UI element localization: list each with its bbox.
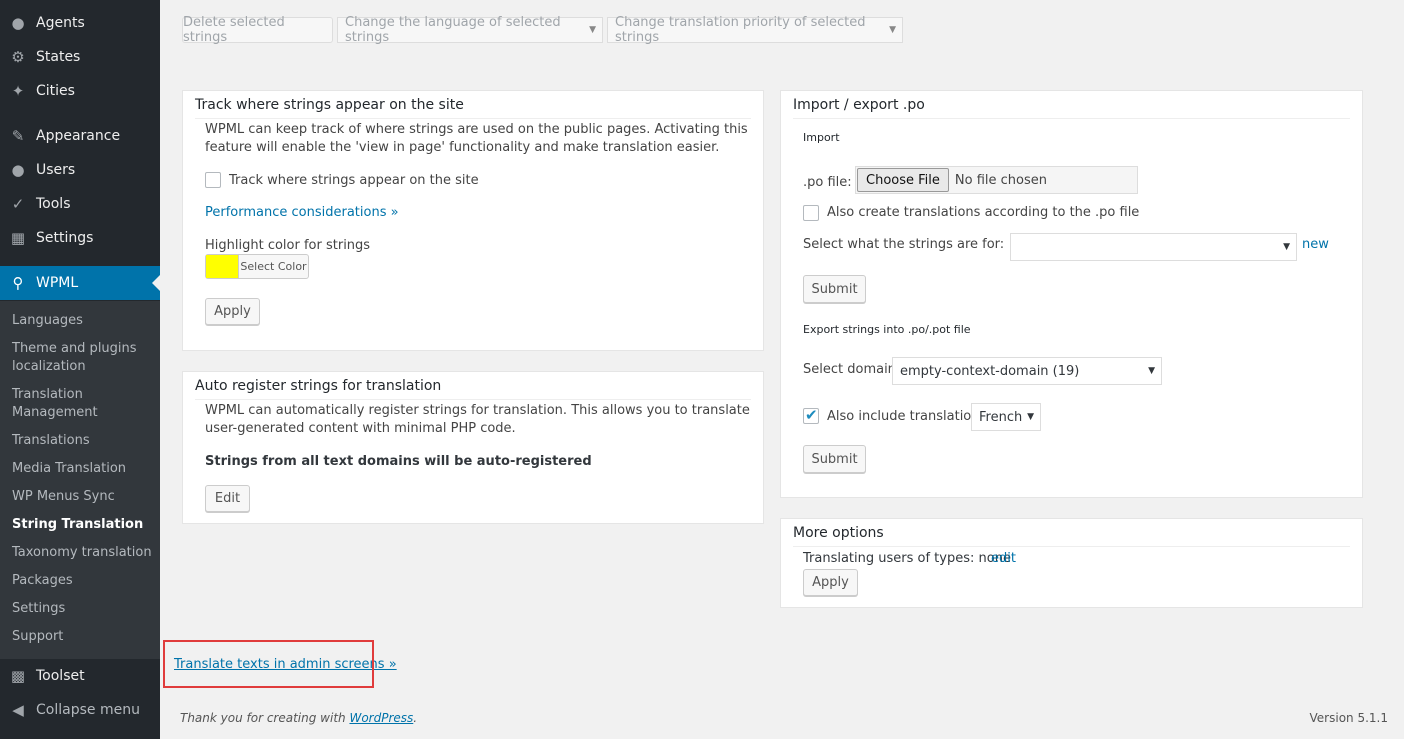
users-icon: ●	[11, 161, 25, 179]
more-options-title: More options	[793, 525, 884, 541]
export-heading: Export strings into .po/.pot file	[803, 323, 971, 336]
submenu-media-translation[interactable]: Media Translation	[12, 460, 152, 478]
select-strings-for-label: Select what the strings are for:	[803, 237, 1005, 252]
box-divider	[793, 546, 1350, 547]
import-export-box: Import / export .po Import .po file: Cho…	[780, 90, 1363, 498]
sidebar-item-settings[interactable]: ▦ Settings	[0, 221, 160, 255]
highlight-color-label: Highlight color for strings	[205, 238, 371, 253]
box-divider	[195, 118, 751, 119]
import-submit-button[interactable]: Submit	[803, 275, 866, 303]
chevron-down-icon: ▼	[1283, 242, 1290, 252]
change-priority-select[interactable]: Change translation priority of selected …	[607, 15, 903, 45]
chevron-down-icon: ▼	[1027, 412, 1034, 422]
version-text: Version 5.1.1	[1309, 711, 1388, 725]
chevron-down-icon: ▼	[1148, 366, 1155, 376]
also-create-translations-label: Also create translations according to th…	[827, 205, 1140, 220]
sidebar-item-agents[interactable]: ● Agents	[0, 6, 160, 40]
chevron-down-icon: ▼	[589, 25, 596, 35]
auto-description-line1: WPML can automatically register strings …	[205, 403, 750, 418]
domain-select[interactable]: empty-context-domain (19) ▼	[892, 357, 1162, 385]
submenu-support[interactable]: Support	[12, 628, 152, 646]
include-translations-label: Also include translations	[827, 409, 987, 424]
change-language-select[interactable]: Change the language of selected strings …	[337, 15, 603, 45]
chevron-down-icon: ▼	[889, 25, 896, 35]
delete-selected-strings-button[interactable]: Delete selected strings	[182, 15, 333, 45]
choose-file-button[interactable]: Choose File	[857, 168, 949, 192]
select-color-label: Select Color	[238, 255, 308, 278]
paintbrush-icon: ✎	[11, 127, 25, 145]
no-file-chosen-label: No file chosen	[954, 172, 1047, 188]
strings-for-select[interactable]: ▼	[1010, 233, 1297, 261]
new-context-link[interactable]: new	[1302, 237, 1329, 252]
box-divider	[793, 118, 1350, 119]
auto-register-status: Strings from all text domains will be au…	[205, 454, 592, 469]
import-box-title: Import / export .po	[793, 97, 925, 113]
track-box-title: Track where strings appear on the site	[195, 97, 464, 113]
collapse-menu-button[interactable]: ◀ Collapse menu	[0, 693, 160, 727]
track-strings-checkbox-label: Track where strings appear on the site	[229, 173, 479, 188]
translating-users-edit-link[interactable]: edit	[991, 551, 1016, 566]
submenu-settings[interactable]: Settings	[12, 600, 152, 618]
pin-icon: ✦	[11, 82, 25, 100]
highlight-annotation-frame	[163, 640, 374, 688]
po-file-input[interactable]: Choose File No file chosen	[855, 166, 1138, 194]
wpml-icon: ⚲	[12, 274, 24, 292]
submenu-wp-menus-sync[interactable]: WP Menus Sync	[12, 488, 152, 506]
track-strings-box: Track where strings appear on the site W…	[182, 90, 764, 351]
po-file-label: .po file:	[803, 175, 852, 190]
wrench-icon: ✓	[11, 195, 25, 213]
sidebar-item-tools[interactable]: ✓ Tools	[0, 187, 160, 221]
more-options-apply-button[interactable]: Apply	[803, 569, 858, 596]
auto-register-edit-button[interactable]: Edit	[205, 485, 250, 512]
submenu-theme-plugins-localization[interactable]: Theme and plugins localization	[12, 340, 152, 376]
submenu-translations[interactable]: Translations	[12, 432, 152, 450]
track-apply-button[interactable]: Apply	[205, 298, 260, 325]
select-domain-label: Select domain:	[803, 362, 901, 377]
toolset-icon: ▩	[10, 667, 26, 685]
box-divider	[195, 399, 751, 400]
sidebar-item-appearance[interactable]: ✎ Appearance	[0, 119, 160, 153]
auto-register-box: Auto register strings for translation WP…	[182, 371, 764, 524]
submenu-packages[interactable]: Packages	[12, 572, 152, 590]
auto-box-title: Auto register strings for translation	[195, 378, 442, 394]
collapse-icon: ◀	[12, 701, 24, 719]
also-create-translations-checkbox[interactable]	[803, 205, 819, 221]
track-strings-checkbox[interactable]	[205, 172, 221, 188]
wpml-submenu: Languages Theme and plugins localization…	[0, 301, 160, 659]
include-translations-checkbox[interactable]	[803, 406, 819, 424]
footer-thanks: Thank you for creating with WordPress.	[180, 711, 418, 725]
auto-description-line2: user-generated content with minimal PHP …	[205, 421, 516, 436]
submenu-string-translation[interactable]: String Translation	[12, 516, 152, 534]
gear-icon: ⚙	[11, 48, 25, 66]
sidebar-item-users[interactable]: ● Users	[0, 153, 160, 187]
current-menu-arrow	[152, 275, 160, 291]
highlight-color-picker[interactable]: Select Color	[205, 254, 309, 279]
person-icon: ●	[11, 14, 25, 32]
color-swatch	[206, 255, 238, 278]
performance-considerations-link[interactable]: Performance considerations »	[205, 205, 399, 220]
translating-users-text: Translating users of types: none	[803, 551, 1011, 566]
track-description-line1: WPML can keep track of where strings are…	[205, 122, 748, 137]
submenu-languages[interactable]: Languages	[12, 312, 152, 330]
settings-icon: ▦	[10, 229, 26, 247]
sidebar-item-states[interactable]: ⚙ States	[0, 40, 160, 74]
sidebar-item-wpml[interactable]: ⚲ WPML	[0, 266, 160, 300]
submenu-translation-management[interactable]: Translation Management	[12, 386, 152, 422]
import-heading: Import	[803, 131, 840, 144]
track-description-line2: feature will enable the 'view in page' f…	[205, 140, 720, 155]
export-language-select[interactable]: French ▼	[971, 403, 1041, 431]
sidebar-item-toolset[interactable]: ▩ Toolset	[0, 659, 160, 693]
wordpress-link[interactable]: WordPress	[349, 711, 413, 725]
sidebar-item-cities[interactable]: ✦ Cities	[0, 74, 160, 108]
admin-sidebar: ● Agents ⚙ States ✦ Cities ✎ Appearance …	[0, 0, 160, 739]
submenu-taxonomy-translation[interactable]: Taxonomy translation	[12, 544, 152, 562]
export-submit-button[interactable]: Submit	[803, 445, 866, 473]
more-options-box: More options Translating users of types:…	[780, 518, 1363, 608]
